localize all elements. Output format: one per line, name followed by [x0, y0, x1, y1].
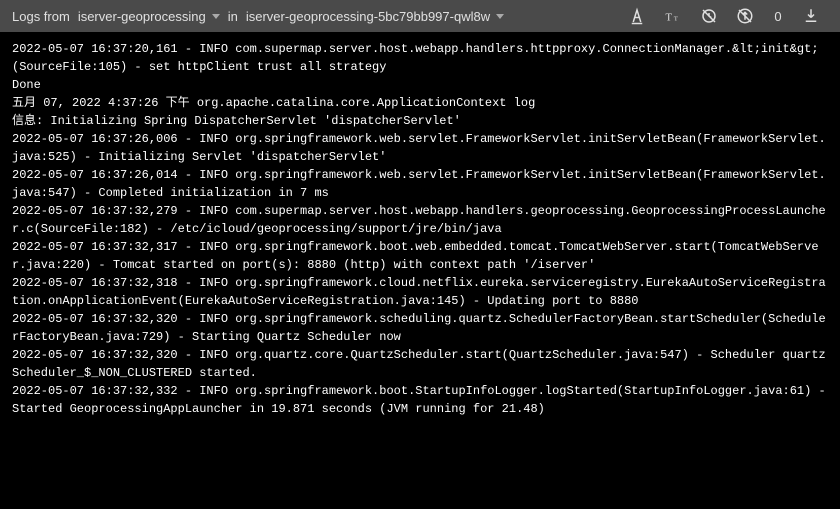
log-line: 信息: Initializing Spring DispatcherServle…	[12, 112, 828, 130]
log-line: 2022-05-07 16:37:32,279 - INFO com.super…	[12, 202, 828, 238]
autoscroll-toggle-button[interactable]	[736, 7, 754, 25]
log-line: 2022-05-07 16:37:32,320 - INFO org.quart…	[12, 346, 828, 382]
log-line: 2022-05-07 16:37:32,318 - INFO org.sprin…	[12, 274, 828, 310]
toolbar-left: Logs from iserver-geoprocessing in iserv…	[12, 9, 628, 24]
pod-name: iserver-geoprocessing-5bc79bb997-qwl8w	[246, 9, 490, 24]
svg-text:T: T	[666, 13, 673, 24]
text-color-button[interactable]	[628, 7, 646, 25]
log-counter: 0	[772, 9, 784, 24]
log-output[interactable]: 2022-05-07 16:37:20,161 - INFO com.super…	[0, 32, 840, 509]
chevron-down-icon	[212, 14, 220, 19]
container-name: iserver-geoprocessing	[78, 9, 206, 24]
log-line: 2022-05-07 16:37:32,320 - INFO org.sprin…	[12, 310, 828, 346]
container-dropdown[interactable]: iserver-geoprocessing	[74, 9, 224, 24]
toolbar-right: T T 0	[628, 7, 828, 25]
log-line: 2022-05-07 16:37:20,161 - INFO com.super…	[12, 40, 828, 76]
svg-text:T: T	[674, 16, 679, 23]
log-toolbar: Logs from iserver-geoprocessing in iserv…	[0, 0, 840, 32]
log-line: 五月 07, 2022 4:37:26 下午 org.apache.catali…	[12, 94, 828, 112]
log-line: 2022-05-07 16:37:32,332 - INFO org.sprin…	[12, 382, 828, 418]
download-button[interactable]	[802, 7, 820, 25]
in-label: in	[228, 9, 238, 24]
pod-dropdown[interactable]: iserver-geoprocessing-5bc79bb997-qwl8w	[242, 9, 508, 24]
log-line: 2022-05-07 16:37:26,014 - INFO org.sprin…	[12, 166, 828, 202]
log-line: Done	[12, 76, 828, 94]
logs-from-label: Logs from	[12, 9, 70, 24]
log-line: 2022-05-07 16:37:26,006 - INFO org.sprin…	[12, 130, 828, 166]
font-size-button[interactable]: T T	[664, 7, 682, 25]
chevron-down-icon	[496, 14, 504, 19]
timestamps-toggle-button[interactable]	[700, 7, 718, 25]
log-line: 2022-05-07 16:37:32,317 - INFO org.sprin…	[12, 238, 828, 274]
